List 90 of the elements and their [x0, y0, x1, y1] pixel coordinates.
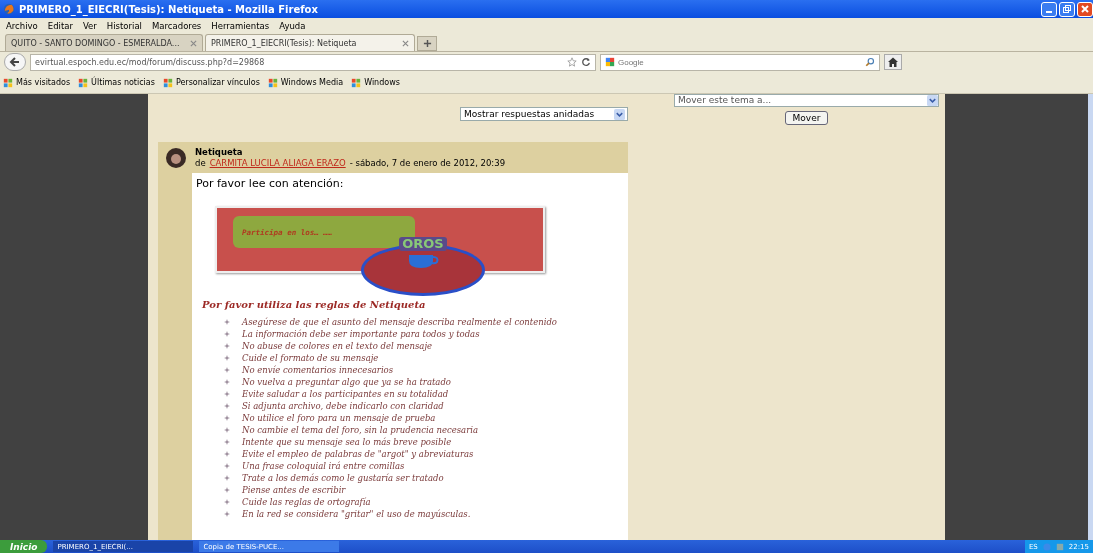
bullet-icon: [224, 499, 230, 505]
bookmark-link[interactable]: Windows: [364, 78, 400, 87]
search-bar[interactable]: Google: [600, 53, 880, 71]
bullet-icon: [224, 391, 230, 397]
back-button[interactable]: [4, 53, 26, 71]
back-arrow-icon: [9, 56, 21, 68]
close-button[interactable]: [1077, 1, 1093, 17]
bullet-icon: [224, 427, 230, 433]
bullet-icon: [224, 367, 230, 373]
search-icon[interactable]: [865, 57, 875, 67]
menu-item[interactable]: Ver: [82, 20, 97, 31]
home-icon: [887, 56, 899, 68]
bullet-icon: [224, 343, 230, 349]
flag-icon[interactable]: [351, 77, 362, 88]
logo-text: OROS: [399, 237, 447, 251]
search-field[interactable]: Google: [618, 57, 862, 67]
post-date: - sábado, 7 de enero de 2012, 20:39: [349, 157, 506, 169]
rule-text: En la red se considera "gritar" el uso de mayúsculas.: [242, 509, 471, 519]
rule-text: Si adjunta archivo, debe indicarlo con claridad: [242, 401, 444, 411]
rule-text: No abuse de colores en el texto del mensaje: [242, 341, 433, 351]
move-button[interactable]: Mover: [784, 111, 829, 125]
close-icon: [1080, 4, 1090, 14]
rules-heading: Por favor utiliza las reglas de Netiqueta: [202, 299, 427, 310]
avatar-icon: [165, 146, 187, 169]
home-button[interactable]: [884, 54, 902, 70]
bookmark-link[interactable]: Más visitados: [16, 78, 71, 87]
dropdown-arrow-icon[interactable]: [614, 108, 625, 120]
rule-text: No utilice el foro para un mensaje de prueba: [242, 413, 436, 423]
rule-text: Intente que su mensaje sea lo más breve posible: [242, 437, 452, 447]
rule-text: No cambie el tema del foro, sin la prudencia necesaria: [242, 425, 478, 435]
window-title: PRIMERO_1_EIECRI(Tesis): Netiqueta - Mozilla Firefox: [19, 3, 318, 15]
bullet-icon: [224, 451, 230, 457]
browser-logo-icon: [3, 3, 15, 15]
rule-text: No envíe comentarios innecesarios: [242, 365, 394, 375]
menu-item[interactable]: Ayuda: [279, 20, 306, 31]
menu-item[interactable]: Archivo: [6, 20, 38, 31]
menu-item[interactable]: Editar: [47, 20, 73, 31]
dropdown-arrow-icon[interactable]: [927, 95, 938, 106]
rule-text: Cuide las reglas de ortografía: [242, 497, 371, 507]
restore-icon: [1062, 4, 1072, 14]
address-field[interactable]: evirtual.espoch.edu.ec/mod/forum/discuss.php?d=29868: [30, 53, 596, 71]
rule-text: Trate a los demás como le gustaría ser tratado: [242, 473, 444, 483]
close-tab-icon[interactable]: [402, 39, 409, 47]
scrollbar[interactable]: [1088, 94, 1093, 540]
search-engine-icon: [605, 57, 615, 67]
new-tab-button[interactable]: [417, 36, 437, 51]
restore-button[interactable]: [1059, 1, 1075, 17]
post-title: Netiqueta: [195, 146, 244, 158]
minimize-icon: [1046, 11, 1052, 13]
bullet-icon: [224, 511, 230, 517]
rule-text: No vuelva a preguntar algo que ya se ha tratado: [242, 377, 451, 387]
bullet-icon: [224, 379, 230, 385]
rule-text: Asegúrese de que el asunto del mensaje describa realmente el contenido: [242, 317, 557, 327]
reload-icon[interactable]: [581, 57, 591, 67]
move-topic-select[interactable]: Mover este tema a...: [674, 94, 939, 107]
plus-icon: [422, 39, 432, 48]
bullet-icon: [224, 463, 230, 469]
rule-text: Evite el empleo de palabras de "argot" y abreviaturas: [242, 449, 474, 459]
close-tab-icon[interactable]: [190, 39, 197, 47]
bullet-icon: [224, 331, 230, 337]
rule-text: La información debe ser importante para todos y todas: [242, 329, 480, 339]
minimize-button[interactable]: [1041, 1, 1057, 17]
flag-icon[interactable]: [78, 77, 89, 88]
rule-text: Una frase coloquial irá entre comillas: [242, 461, 405, 471]
bullet-icon: [224, 355, 230, 361]
bullet-icon: [224, 439, 230, 445]
menu-item[interactable]: Historial: [106, 20, 142, 31]
flag-icon[interactable]: [162, 77, 173, 88]
flag-icon[interactable]: [3, 77, 13, 88]
bullet-icon: [224, 487, 230, 493]
byline-prefix: de: [195, 157, 206, 169]
author-link[interactable]: CARMITA LUCILA ALIAGA ERAZO: [209, 157, 346, 169]
flag-icon[interactable]: [267, 77, 278, 88]
rule-text: Evite saludar a los participantes en su totalidad: [242, 389, 449, 399]
bookmark-link[interactable]: Personalizar vínculos: [175, 78, 260, 87]
bookmark-link[interactable]: Últimas noticias: [91, 78, 155, 87]
bookmark-link[interactable]: Windows Media: [280, 78, 344, 87]
bullet-icon: [224, 319, 230, 325]
post-intro: Por favor lee con atención:: [196, 177, 345, 190]
menu-item[interactable]: Marcadores: [152, 20, 202, 31]
browser-tab[interactable]: PRIMERO_1_EIECRI(Tesis): Netiqueta: [205, 34, 415, 51]
bullet-icon: [224, 415, 230, 421]
bullet-icon: [224, 475, 230, 481]
menu-item[interactable]: Herramientas: [211, 20, 270, 31]
star-icon[interactable]: [567, 57, 577, 67]
rule-text: Piense antes de escribir: [242, 485, 346, 495]
display-mode-select[interactable]: Mostrar respuestas anidadas: [460, 107, 628, 121]
rule-text: Cuide el formato de su mensaje: [242, 353, 379, 363]
bullet-icon: [224, 403, 230, 409]
browser-tab[interactable]: QUITO - SANTO DOMINGO - ESMERALDA...: [5, 34, 203, 51]
